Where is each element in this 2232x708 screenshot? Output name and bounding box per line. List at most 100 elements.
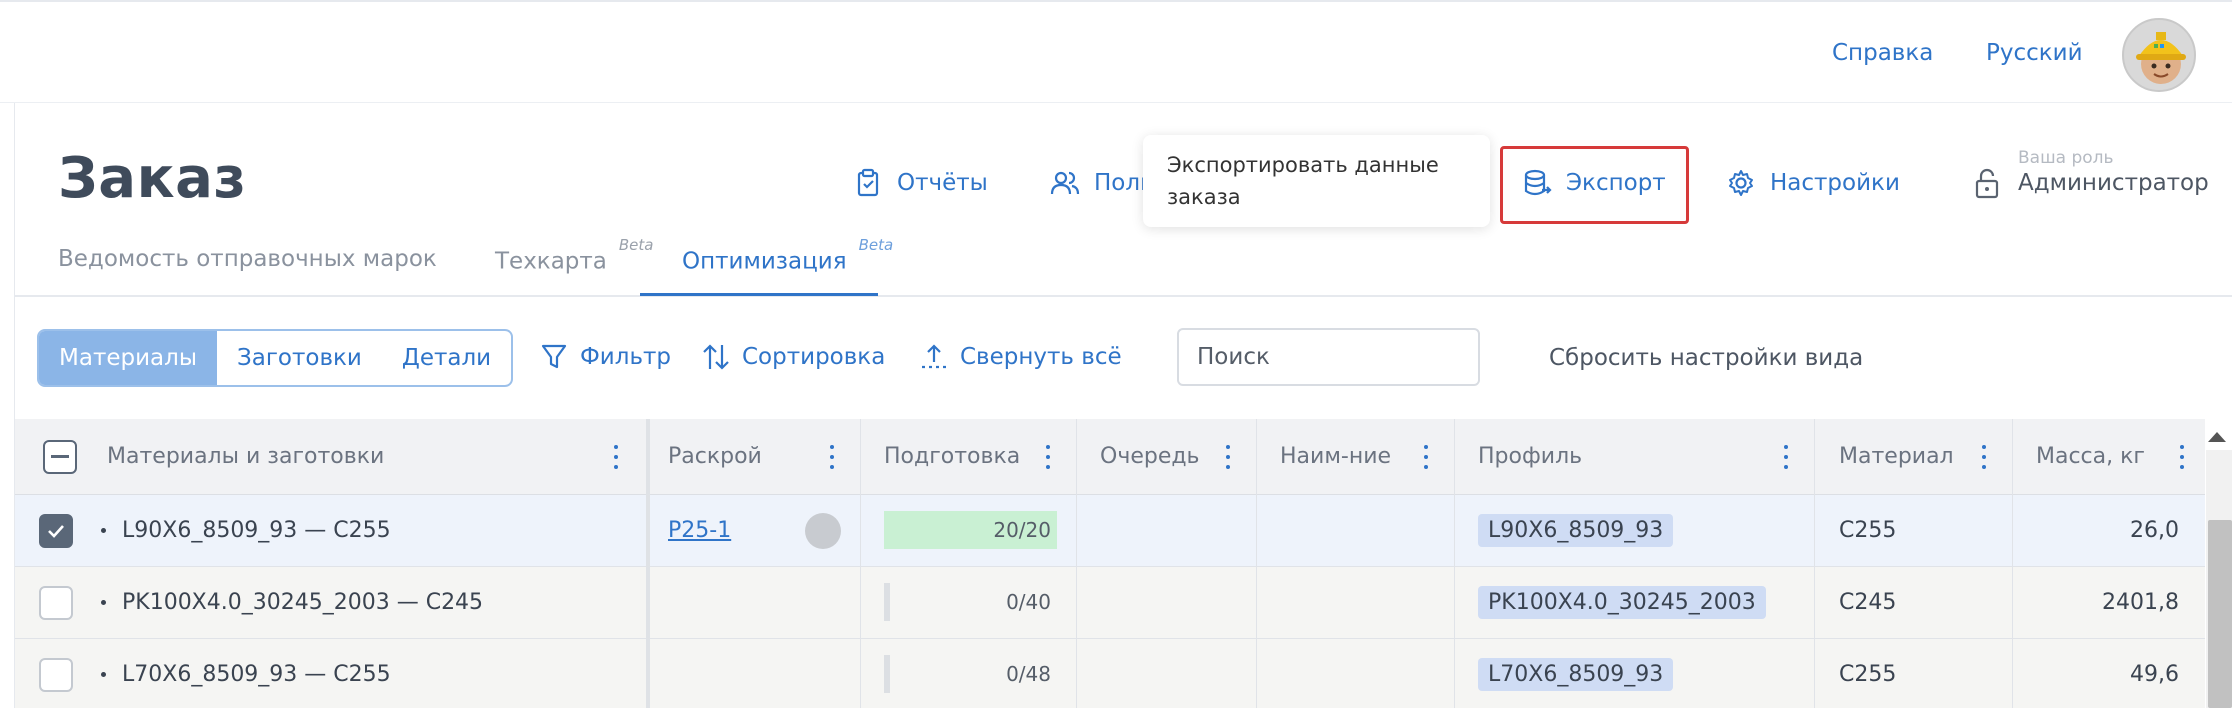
reports-label: Отчёты [897, 170, 988, 196]
profile-cell: L70X6_8509_93 [1478, 639, 1674, 708]
gear-icon [1729, 170, 1753, 196]
material-name-text: L90X6_8509_93 — C255 [122, 518, 391, 543]
progress-text: 20/20 [993, 518, 1051, 542]
column-menu-icon[interactable] [1981, 445, 1987, 469]
collapse-all-button[interactable]: Свернуть всё [920, 342, 1122, 372]
segment-blanks[interactable]: Заготовки [217, 331, 382, 385]
column-menu-icon[interactable] [2179, 445, 2185, 469]
filter-button[interactable]: Фильтр [540, 342, 671, 372]
beta-badge: Beta [618, 236, 654, 254]
column-menu-icon[interactable] [1225, 445, 1231, 469]
reset-view-button[interactable]: Сбросить настройки вида [1549, 345, 1863, 371]
material-name-text: PK100X4.0_30245_2003 — C245 [122, 590, 484, 615]
preparation-progress: 0/40 [884, 583, 1057, 621]
preparation-progress: 0/48 [884, 655, 1057, 693]
settings-label: Настройки [1770, 170, 1900, 196]
col-materials[interactable]: Материалы и заготовки [107, 419, 384, 494]
progress-text: 0/48 [1006, 662, 1051, 686]
sort-label: Сортировка [742, 344, 886, 370]
help-link[interactable]: Справка [1832, 40, 1933, 66]
bullet-icon [101, 528, 106, 533]
scrollbar-thumb[interactable] [2208, 520, 2232, 708]
table-header: Материалы и заготовки Раскрой Подготовка… [15, 419, 2205, 495]
column-divider [1256, 419, 1257, 708]
progress-track [884, 655, 890, 693]
material-grade: C255 [1839, 662, 1897, 687]
export-button[interactable]: Экспорт [1522, 166, 1666, 200]
material-grade: C245 [1839, 590, 1897, 615]
page-title: Заказ [58, 146, 247, 211]
tab-label: Ведомость отправочных марок [58, 246, 437, 272]
col-material[interactable]: Материал [1839, 419, 1954, 494]
col-preparation[interactable]: Подготовка [884, 419, 1020, 494]
beta-badge: Beta [858, 236, 894, 254]
row-checkbox[interactable] [39, 657, 73, 692]
scroll-up-arrow-icon[interactable] [2208, 432, 2226, 442]
preparation-progress: 20/20 [884, 511, 1057, 549]
row-checkbox[interactable] [39, 585, 73, 620]
segment-parts[interactable]: Детали [382, 331, 511, 385]
column-menu-icon[interactable] [1423, 445, 1429, 469]
users-icon [1050, 171, 1080, 195]
sort-icon [703, 344, 729, 370]
profile-cell: PK100X4.0_30245_2003 [1478, 567, 1766, 638]
filter-label: Фильтр [580, 344, 672, 370]
frozen-column-divider[interactable] [646, 419, 650, 708]
mass-value: 2401,8 [2102, 590, 2179, 615]
reports-button[interactable]: Отчёты [853, 166, 988, 200]
segment-materials[interactable]: Материалы [39, 331, 217, 385]
row-checkbox[interactable] [39, 513, 73, 548]
profile-tag: L70X6_8509_93 [1478, 658, 1674, 691]
row-checkbox-cell [39, 495, 73, 566]
role-value[interactable]: Администратор [2018, 170, 2209, 196]
column-divider [860, 419, 861, 708]
materials-table: Материалы и заготовки Раскрой Подготовка… [15, 419, 2205, 708]
select-all-checkbox[interactable] [43, 439, 77, 474]
collapse-icon [922, 344, 946, 369]
col-queue[interactable]: Очередь [1100, 419, 1200, 494]
column-menu-icon[interactable] [829, 445, 835, 469]
settings-button[interactable]: Настройки [1726, 166, 1900, 200]
tab-techcard[interactable]: Техкарта Beta [495, 236, 653, 275]
profile-tag: L90X6_8509_93 [1478, 514, 1674, 547]
tab-label: Оптимизация [682, 248, 847, 275]
row-checkbox-cell [39, 567, 73, 638]
check-icon [48, 524, 64, 538]
table-row[interactable]: PK100X4.0_30245_2003 — C245 0/40 PK100X4… [15, 567, 2205, 639]
select-all-cell [43, 419, 77, 494]
table-row[interactable]: L70X6_8509_93 — C255 0/48 L70X6_8509_93 … [15, 639, 2205, 708]
tab-shipping-marks[interactable]: Ведомость отправочных марок [58, 246, 437, 272]
col-naming[interactable]: Наим-ние [1280, 419, 1391, 494]
column-menu-icon[interactable] [1783, 445, 1789, 469]
column-menu-icon[interactable] [1045, 445, 1051, 469]
sort-button[interactable]: Сортировка [702, 342, 885, 372]
users-button[interactable]: Поль [1050, 166, 1154, 200]
tab-optimization[interactable]: Оптимизация Beta [682, 236, 893, 275]
filter-icon [541, 344, 567, 369]
language-selector[interactable]: Русский [1986, 40, 2083, 66]
mass-value: 49,6 [2130, 662, 2179, 687]
column-divider [1454, 419, 1455, 708]
tabs-divider [15, 295, 2232, 297]
table-row[interactable]: L90X6_8509_93 — C255 P25-1 20/20 L90X6_8… [15, 495, 2205, 567]
material-grade: C255 [1839, 518, 1897, 543]
clipboard-icon [857, 168, 879, 197]
top-bar: Справка Русский [0, 0, 2232, 103]
col-profile[interactable]: Профиль [1478, 419, 1582, 494]
col-cutting[interactable]: Раскрой [668, 419, 762, 494]
profile-tag: PK100X4.0_30245_2003 [1478, 586, 1766, 619]
progress-track [884, 583, 890, 621]
column-divider [1814, 419, 1815, 708]
material-name-text: L70X6_8509_93 — C255 [122, 662, 391, 687]
view-switcher: Материалы Заготовки Детали [37, 329, 514, 387]
cutting-link[interactable]: P25-1 [668, 495, 731, 566]
role-label: Ваша роль [2018, 148, 2114, 168]
col-mass[interactable]: Масса, кг [2036, 419, 2145, 494]
material-name: L70X6_8509_93 — C255 [101, 639, 391, 708]
column-menu-icon[interactable] [613, 445, 619, 469]
unlock-icon [1975, 168, 1999, 199]
search-input[interactable] [1177, 328, 1480, 386]
export-tooltip: Экспортировать данные заказа [1143, 135, 1490, 227]
column-divider [1076, 419, 1077, 708]
user-avatar[interactable] [2122, 18, 2196, 92]
